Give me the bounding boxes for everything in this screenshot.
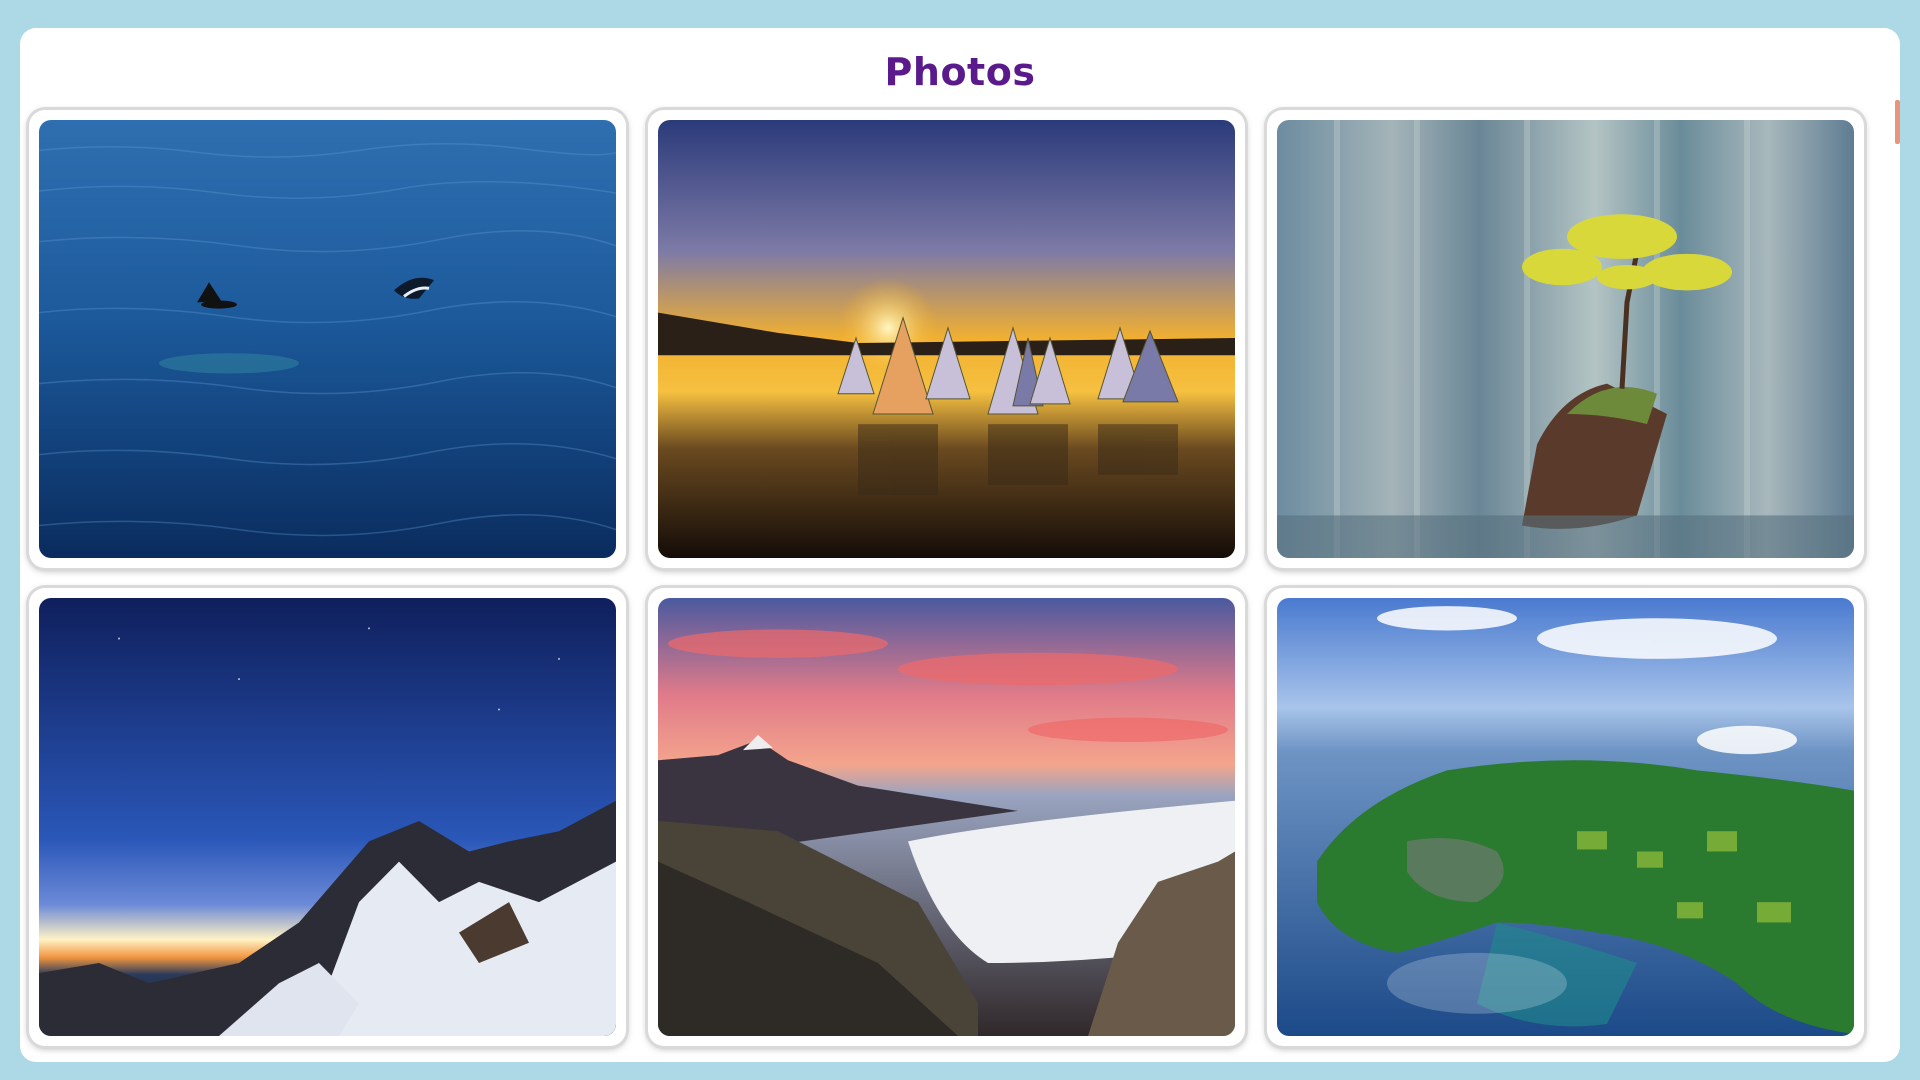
photo-card-volcano[interactable] bbox=[648, 588, 1245, 1046]
photo-sunset-sails[interactable] bbox=[658, 120, 1235, 558]
photo-orcas-ocean[interactable] bbox=[39, 120, 616, 558]
photo-card-mountain[interactable] bbox=[29, 588, 626, 1046]
scrollbar-thumb[interactable] bbox=[1895, 100, 1900, 144]
photo-grid bbox=[29, 110, 1869, 1050]
photo-volcano-cloud-sea[interactable] bbox=[658, 598, 1235, 1036]
page-title: Photos bbox=[884, 50, 1036, 94]
photo-card-island[interactable] bbox=[1267, 588, 1864, 1046]
photos-panel: Photos bbox=[20, 28, 1900, 1062]
photo-aerial-island[interactable] bbox=[1277, 598, 1854, 1036]
photo-card-sails[interactable] bbox=[648, 110, 1245, 568]
photo-snowy-mountain-night[interactable] bbox=[39, 598, 616, 1036]
photo-card-bonsai[interactable] bbox=[1267, 110, 1864, 568]
photo-bonsai-tree-lake[interactable] bbox=[1277, 120, 1854, 558]
photo-card-orcas[interactable] bbox=[29, 110, 626, 568]
